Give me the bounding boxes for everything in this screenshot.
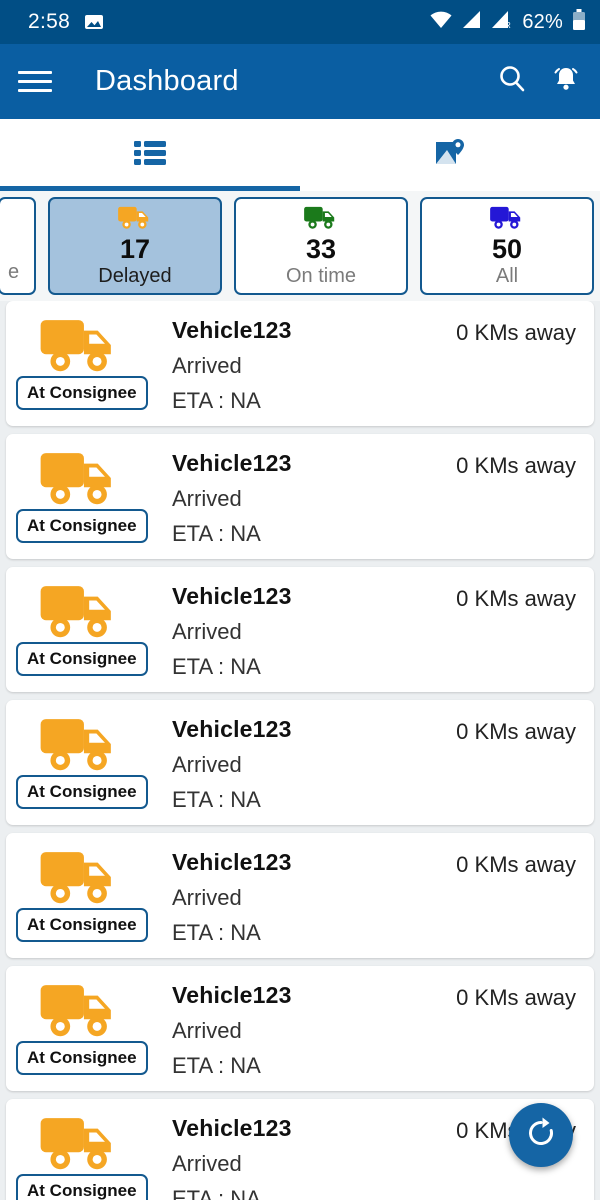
vehicle-distance: 0 KMs away xyxy=(456,719,576,744)
tab-bar xyxy=(0,119,600,191)
vehicle-name: Vehicle123 xyxy=(172,317,292,343)
filter-chip-label: Delayed xyxy=(98,265,172,288)
vehicle-distance: 0 KMs away xyxy=(456,985,576,1010)
vehicle-status: Arrived xyxy=(172,1151,242,1176)
vehicle-card[interactable]: At Consignee Vehicle123 Arrived ETA : NA 0 K… xyxy=(6,700,594,825)
refresh-fab-button[interactable] xyxy=(509,1103,573,1167)
vehicle-card[interactable]: At Consignee Vehicle123 Arrived ETA : NA 0 K… xyxy=(6,966,594,1091)
status-badge: At Consignee xyxy=(16,1174,148,1200)
truck-icon xyxy=(303,203,339,233)
vehicle-status: Arrived xyxy=(172,619,242,644)
status-bar: 2:58 R 62% xyxy=(0,0,600,44)
vehicle-card[interactable]: At Consignee Vehicle123 Arrived ETA : NA 0 K… xyxy=(6,434,594,559)
truck-icon xyxy=(38,449,122,512)
vehicle-name: Vehicle123 xyxy=(172,1115,292,1141)
search-icon[interactable] xyxy=(496,63,528,100)
page-title: Dashboard xyxy=(95,65,239,97)
vehicle-distance: 0 KMs away xyxy=(456,852,576,877)
filter-chip-label: On time xyxy=(285,265,357,288)
vehicle-card[interactable]: At Consignee Vehicle123 Arrived ETA : NA 0 K… xyxy=(6,301,594,426)
filter-chip-e[interactable]: e xyxy=(0,197,36,295)
truck-icon xyxy=(38,1114,122,1177)
bell-icon[interactable] xyxy=(550,63,582,100)
vehicle-status: Arrived xyxy=(172,885,242,910)
vehicle-eta: ETA : NA xyxy=(172,1053,261,1078)
status-badge: At Consignee xyxy=(16,1041,148,1075)
filter-chip-label: All xyxy=(495,265,519,288)
app-bar-actions xyxy=(496,63,582,100)
vehicle-details: Vehicle123 Arrived ETA : NA xyxy=(172,849,292,946)
vehicle-distance: 0 KMs away xyxy=(456,453,576,478)
vehicle-details: Vehicle123 Arrived ETA : NA xyxy=(172,317,292,414)
status-badge: At Consignee xyxy=(16,908,148,942)
vehicle-status: Arrived xyxy=(172,752,242,777)
tab-list-view[interactable] xyxy=(0,119,300,191)
active-tab-indicator xyxy=(0,186,300,191)
screenshot-image-icon xyxy=(84,12,104,32)
vehicle-name: Vehicle123 xyxy=(172,982,292,1008)
wifi-icon xyxy=(429,10,453,34)
vehicle-details: Vehicle123 Arrived ETA : NA xyxy=(172,982,292,1079)
status-badge: At Consignee xyxy=(16,376,148,410)
vehicle-card[interactable]: At Consignee Vehicle123 Arrived ETA : NA 0 K… xyxy=(6,567,594,692)
vehicle-name: Vehicle123 xyxy=(172,716,292,742)
truck-icon xyxy=(117,203,153,233)
vehicle-card[interactable]: At Consignee Vehicle123 Arrived ETA : NA 0 K… xyxy=(6,833,594,958)
app-root: 2:58 R 62% Dashboard e 17 Delayed 33 On … xyxy=(0,0,600,1200)
vehicle-name: Vehicle123 xyxy=(172,849,292,875)
vehicle-details: Vehicle123 Arrived ETA : NA xyxy=(172,1115,292,1200)
filter-chip-delayed[interactable]: 17 Delayed xyxy=(48,197,222,295)
vehicle-details: Vehicle123 Arrived ETA : NA xyxy=(172,583,292,680)
vehicle-distance: 0 KMs away xyxy=(456,320,576,345)
app-bar: Dashboard xyxy=(0,44,600,119)
signal-roaming-icon: R xyxy=(491,10,513,34)
vehicle-name: Vehicle123 xyxy=(172,583,292,609)
refresh-icon xyxy=(524,1116,558,1155)
status-bar-clock: 2:58 xyxy=(28,10,71,33)
truck-icon xyxy=(38,981,122,1044)
vehicle-eta: ETA : NA xyxy=(172,654,261,679)
filter-chip-label: e xyxy=(8,260,20,283)
vehicle-list[interactable]: At Consignee Vehicle123 Arrived ETA : NA 0 K… xyxy=(0,301,600,1200)
vehicle-distance: 0 KMs away xyxy=(456,586,576,611)
status-badge: At Consignee xyxy=(16,509,148,543)
map-pin-icon xyxy=(434,138,466,173)
status-badge: At Consignee xyxy=(16,642,148,676)
vehicle-eta: ETA : NA xyxy=(172,521,261,546)
filter-chip-count: 17 xyxy=(119,233,151,264)
truck-icon xyxy=(38,316,122,379)
filter-chip-count: 33 xyxy=(305,233,337,264)
vehicle-details: Vehicle123 Arrived ETA : NA xyxy=(172,716,292,813)
vehicle-status: Arrived xyxy=(172,1018,242,1043)
vehicle-status: Arrived xyxy=(172,353,242,378)
filter-chip-count: 50 xyxy=(491,233,523,264)
list-icon xyxy=(133,139,167,172)
truck-icon xyxy=(38,848,122,911)
vehicle-eta: ETA : NA xyxy=(172,1186,261,1200)
tab-map-view[interactable] xyxy=(300,119,600,191)
hamburger-menu-icon[interactable] xyxy=(18,71,52,92)
svg-text:R: R xyxy=(505,21,511,29)
filter-chip-on-time[interactable]: 33 On time xyxy=(234,197,408,295)
filter-chip-row[interactable]: e 17 Delayed 33 On time 50 All xyxy=(0,191,600,301)
vehicle-eta: ETA : NA xyxy=(172,388,261,413)
signal-icon xyxy=(462,10,482,34)
vehicle-card[interactable]: At Consignee Vehicle123 Arrived ETA : NA 0 K… xyxy=(6,1099,594,1200)
status-badge: At Consignee xyxy=(16,775,148,809)
vehicle-eta: ETA : NA xyxy=(172,787,261,812)
status-bar-indicators: R 62% xyxy=(429,8,586,36)
vehicle-status: Arrived xyxy=(172,486,242,511)
truck-icon xyxy=(38,582,122,645)
vehicle-name: Vehicle123 xyxy=(172,450,292,476)
vehicle-eta: ETA : NA xyxy=(172,920,261,945)
battery-icon xyxy=(572,8,586,36)
filter-chip-all[interactable]: 50 All xyxy=(420,197,594,295)
vehicle-details: Vehicle123 Arrived ETA : NA xyxy=(172,450,292,547)
battery-percent-label: 62% xyxy=(522,10,563,33)
truck-icon xyxy=(489,203,525,233)
truck-icon xyxy=(38,715,122,778)
